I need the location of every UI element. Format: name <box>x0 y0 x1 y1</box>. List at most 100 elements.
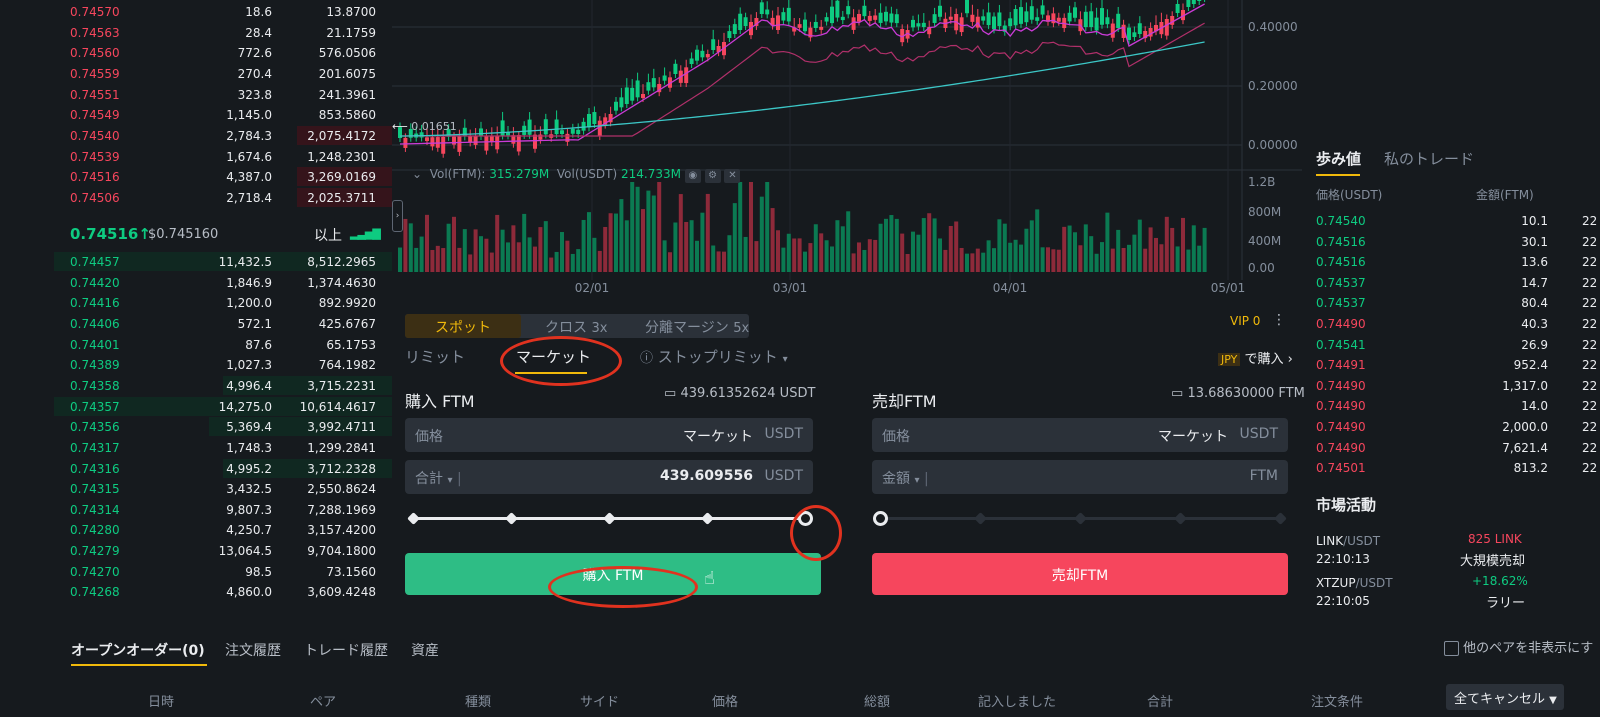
row-total: 3,269.0169 <box>307 170 376 185</box>
buy-price-field: 価格 マーケット USDT <box>405 418 813 452</box>
trade-amount: 80.4 <box>1521 296 1548 311</box>
orderbook-row[interactable]: 0.74406 572.1 425.6767 <box>54 313 392 334</box>
tab-market-trades[interactable]: 歩み値 <box>1316 148 1361 169</box>
orderbook-row[interactable]: 0.74570 18.6 13.8700 <box>54 1 392 22</box>
orderbook-row[interactable]: 0.74540 2,784.3 2,075.4172 <box>54 125 392 146</box>
row-total: 853.5860 <box>318 108 376 123</box>
trade-price: 0.74490 <box>1316 378 1366 393</box>
slider-step[interactable] <box>1073 512 1087 525</box>
close-icon[interactable]: ✕ <box>724 169 741 183</box>
orderbook-row[interactable]: 0.74357 14,275.0 10,614.4617 <box>54 396 392 417</box>
sell-button[interactable]: 売却FTM <box>872 553 1288 595</box>
orderbook-row[interactable]: 0.74270 98.5 73.1560 <box>54 561 392 582</box>
market-activity-item[interactable]: XTZUP/USDT 22:10:05 +18.62% ラリー <box>1316 574 1600 616</box>
orderbook-row[interactable]: 0.74420 1,846.9 1,374.4630 <box>54 272 392 293</box>
trade-row: 0.74501 813.2 22 <box>1316 457 1600 478</box>
tab-trade-history[interactable]: トレード履歴 <box>304 640 388 660</box>
row-total: 2,550.8624 <box>307 482 376 497</box>
tab-my-trades[interactable]: 私のトレード <box>1384 148 1474 169</box>
sell-amount-field[interactable]: 金額 ▾ | FTM <box>872 460 1288 494</box>
orderbook-row[interactable]: 0.74516 4,387.0 3,269.0169 <box>54 166 392 187</box>
trade-time: 22 <box>1582 420 1598 434</box>
row-price: 0.74420 <box>70 275 120 290</box>
volume-tick: 1.2B <box>1248 175 1275 189</box>
buy-total-field[interactable]: 合計 ▾ | 439.609556 USDT <box>405 460 813 494</box>
more-link[interactable]: 以上 <box>314 225 342 245</box>
orderbook-row[interactable]: 0.74401 87.6 65.1753 <box>54 334 392 355</box>
more-options-icon[interactable]: ⋮ <box>1272 312 1286 328</box>
cancel-all-button[interactable]: 全てキャンセル ▼ <box>1446 684 1564 710</box>
tab-spot[interactable]: スポット <box>405 314 521 338</box>
row-amount: 1,846.9 <box>226 275 272 290</box>
row-price: 0.74356 <box>70 420 120 435</box>
tab-assets[interactable]: 資産 <box>411 640 439 660</box>
orderbook-row[interactable]: 0.74356 5,369.4 3,992.4711 <box>54 416 392 437</box>
orderbook-row[interactable]: 0.74457 11,432.5 8,512.2965 <box>54 251 392 272</box>
orderbook-row[interactable]: 0.74560 772.6 576.0506 <box>54 42 392 63</box>
orderbook-row[interactable]: 0.74316 4,995.2 3,712.2328 <box>54 458 392 479</box>
slider-step[interactable] <box>1173 512 1187 525</box>
buy-amount-slider[interactable] <box>405 506 813 530</box>
eye-icon[interactable]: ◉ <box>684 169 701 183</box>
orderbook-row[interactable]: 0.74539 1,674.6 1,248.2301 <box>54 146 392 167</box>
market-activity-item[interactable]: LINK/USDT 22:10:13 825 LINK 大規模売却 <box>1316 532 1600 574</box>
row-amount: 4,860.0 <box>226 585 272 600</box>
orderbook-row[interactable]: 0.74416 1,200.0 892.9920 <box>54 292 392 313</box>
orderbook-row[interactable]: 0.74559 270.4 201.6075 <box>54 63 392 84</box>
col-total: 総額 <box>864 695 891 710</box>
slider-step[interactable] <box>504 512 518 525</box>
row-amount: 4,995.2 <box>226 461 272 476</box>
row-price: 0.74406 <box>70 316 120 331</box>
trade-row: 0.74540 10.1 22 <box>1316 210 1600 231</box>
col-pair: ペア <box>310 695 337 710</box>
tab-order-history[interactable]: 注文履歴 <box>225 640 281 660</box>
row-total: 201.6075 <box>318 66 376 81</box>
slider-handle[interactable] <box>872 511 888 526</box>
settings-icon[interactable]: ⚙ <box>704 169 721 183</box>
tab-cross[interactable]: クロス 3x <box>545 317 607 337</box>
orderbook-row[interactable]: 0.74279 13,064.5 9,704.1800 <box>54 540 392 561</box>
volume-tick: 800M <box>1248 205 1281 219</box>
row-amount: 9,807.3 <box>226 502 272 517</box>
row-price: 0.74280 <box>70 523 120 538</box>
trade-time: 22 <box>1582 317 1598 331</box>
orderbook-row[interactable]: 0.74563 28.4 21.1759 <box>54 22 392 43</box>
slider-step[interactable] <box>1273 512 1287 525</box>
orderbook-row[interactable]: 0.74551 323.8 241.3961 <box>54 84 392 105</box>
row-amount: 1,027.3 <box>226 358 272 373</box>
slider-step[interactable] <box>700 512 714 525</box>
orderbook-row[interactable]: 0.74280 4,250.7 3,157.4200 <box>54 519 392 540</box>
orderbook-row[interactable]: 0.74314 9,807.3 7,288.1969 <box>54 499 392 520</box>
sell-amount-slider[interactable] <box>872 506 1288 530</box>
orderbook-row[interactable]: 0.74315 3,432.5 2,550.8624 <box>54 478 392 499</box>
expand-panel-handle[interactable]: › <box>392 200 403 232</box>
orders-panel: オープンオーダー(0) 注文履歴 トレード履歴 資産 他のペアを非表示にす 日時… <box>54 622 1600 717</box>
tab-open-orders[interactable]: オープンオーダー(0) <box>71 640 205 660</box>
tab-isolated[interactable]: 分離マージン 5x <box>645 317 749 337</box>
trade-price: 0.74490 <box>1316 317 1366 331</box>
orderbook-row[interactable]: 0.74317 1,748.3 1,299.2841 <box>54 437 392 458</box>
order-type-limit[interactable]: リミット <box>405 346 465 367</box>
order-type-stop-limit[interactable]: ⓘ ストップリミット ▾ <box>640 346 788 367</box>
chevron-down-icon: ▾ <box>782 354 788 365</box>
buy-with-jpy[interactable]: JPY で購入 › <box>1218 348 1293 367</box>
row-total: 764.1982 <box>318 358 376 373</box>
hide-other-pairs[interactable]: 他のペアを非表示にす <box>1444 637 1593 656</box>
trade-row: 0.74537 14.7 22 <box>1316 272 1600 293</box>
volume-tick: 400M <box>1248 234 1281 248</box>
checkbox-icon <box>1444 641 1459 656</box>
orderbook-row[interactable]: 0.74549 1,145.0 853.5860 <box>54 104 392 125</box>
orderbook-row[interactable]: 0.74268 4,860.0 3,609.4248 <box>54 581 392 602</box>
price-chart[interactable]: 0.40000 0.20000 0.00000 1.2B 800M 400M 0.00 02/… <box>392 0 1302 300</box>
slider-step[interactable] <box>973 512 987 525</box>
collapse-icon[interactable]: ⌄ <box>412 167 422 181</box>
wallet-icon: ▭ <box>664 386 677 401</box>
slider-step[interactable] <box>602 512 616 525</box>
trade-price: 0.74516 <box>1316 234 1366 249</box>
slider-step[interactable] <box>406 512 420 525</box>
orderbook-row[interactable]: 0.74389 1,027.3 764.1982 <box>54 354 392 375</box>
row-amount: 3,432.5 <box>226 482 272 497</box>
market-activity-title: 市場活動 <box>1316 496 1377 514</box>
orderbook-row[interactable]: 0.74506 2,718.4 2,025.3711 <box>54 187 392 208</box>
orderbook-row[interactable]: 0.74358 4,996.4 3,715.2231 <box>54 375 392 396</box>
